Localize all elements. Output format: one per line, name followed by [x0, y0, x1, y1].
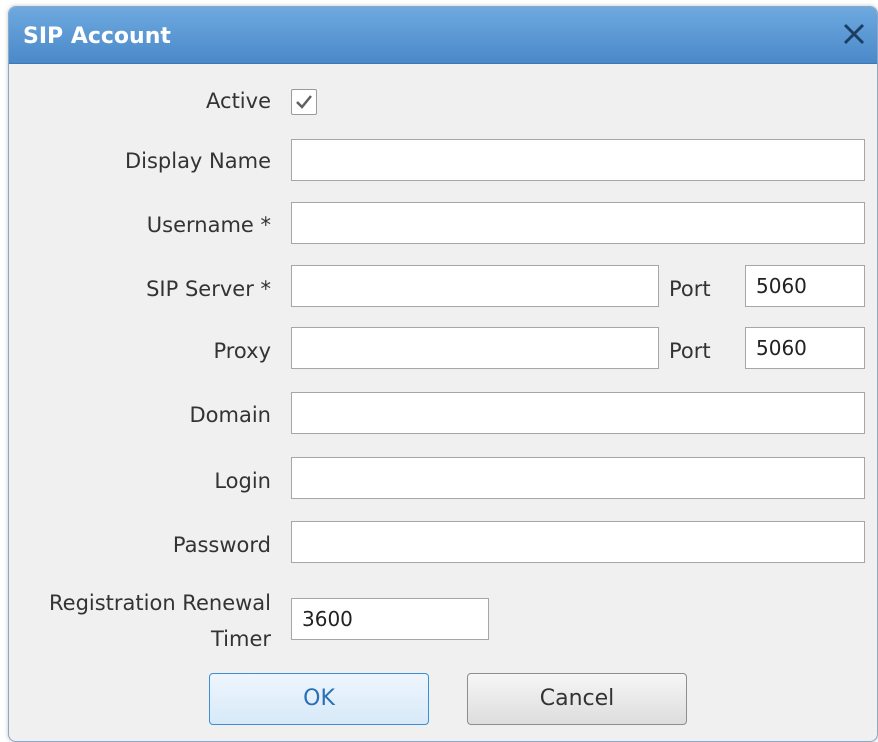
- proxy-label: Proxy: [213, 339, 271, 363]
- sip-server-field[interactable]: [291, 265, 659, 307]
- active-label: Active: [206, 89, 271, 113]
- proxy-port-label: Port: [669, 339, 711, 363]
- domain-field[interactable]: [291, 392, 865, 434]
- login-label: Login: [214, 469, 271, 493]
- sip-server-port-label: Port: [669, 277, 711, 301]
- sip-server-label: SIP Server *: [146, 277, 271, 301]
- login-field[interactable]: [291, 457, 865, 499]
- password-label: Password: [172, 533, 271, 557]
- domain-label: Domain: [189, 403, 272, 427]
- active-checkbox[interactable]: [291, 89, 317, 115]
- checkmark-icon: [296, 95, 312, 109]
- ok-button[interactable]: OK: [209, 673, 429, 725]
- registration-renewal-timer-field[interactable]: 3600: [291, 598, 489, 640]
- proxy-field[interactable]: [291, 327, 659, 369]
- sip-server-port-field[interactable]: 5060: [745, 265, 865, 307]
- display-name-field[interactable]: [291, 139, 865, 181]
- dialog-title: SIP Account: [23, 24, 171, 49]
- proxy-port-field[interactable]: 5060: [745, 327, 865, 369]
- username-field[interactable]: [291, 202, 865, 244]
- registration-renewal-label-line1: Registration Renewal: [49, 591, 271, 615]
- password-field[interactable]: [291, 521, 865, 563]
- display-name-label: Display Name: [124, 149, 271, 173]
- username-label: Username *: [146, 213, 271, 237]
- registration-renewal-label-line2: Timer: [210, 627, 271, 651]
- dialog-titlebar: SIP Account: [9, 7, 877, 64]
- sip-account-dialog: SIP Account Active Display Name Username…: [8, 6, 878, 742]
- close-icon[interactable]: [837, 17, 871, 51]
- cancel-button[interactable]: Cancel: [467, 673, 687, 725]
